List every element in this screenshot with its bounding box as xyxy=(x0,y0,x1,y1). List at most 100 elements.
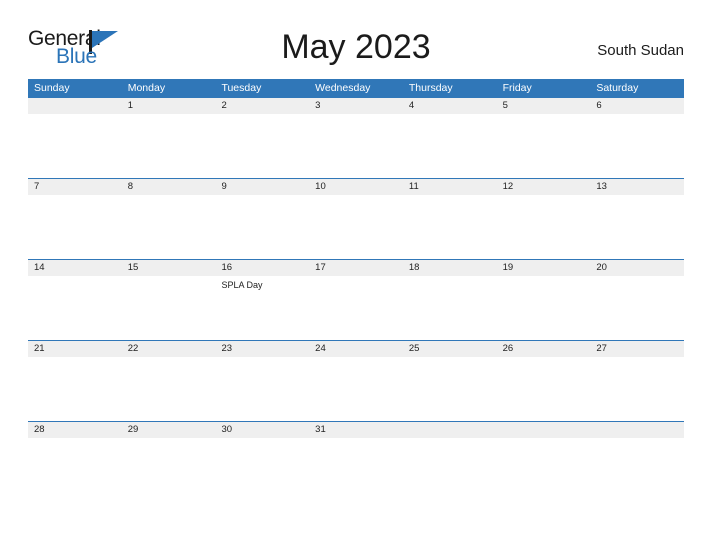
day-number[interactable]: 9 xyxy=(215,179,309,195)
day-number[interactable]: 5 xyxy=(497,98,591,114)
holiday-event: SPLA Day xyxy=(221,280,263,290)
day-number[interactable]: 30 xyxy=(215,422,309,438)
day-number[interactable]: 1 xyxy=(122,98,216,114)
day-cell[interactable] xyxy=(28,438,122,502)
calendar-page: General Blue May 2023 South Sudan Sunday… xyxy=(0,0,712,550)
day-cell[interactable] xyxy=(590,114,684,178)
day-number[interactable]: 25 xyxy=(403,341,497,357)
day-cell[interactable] xyxy=(497,438,591,502)
weekday-header-sunday: Sunday xyxy=(34,82,70,94)
day-cell[interactable] xyxy=(497,195,591,259)
day-number[interactable]: 24 xyxy=(309,341,403,357)
calendar-week-row: 28 29 30 31 xyxy=(28,421,684,502)
page-title: May 2023 xyxy=(281,28,431,66)
week-event-band xyxy=(28,114,684,178)
day-cell[interactable] xyxy=(215,357,309,421)
day-number[interactable]: 3 xyxy=(309,98,403,114)
weekday-header-thursday: Thursday xyxy=(408,82,453,94)
day-cell[interactable] xyxy=(403,114,497,178)
day-cell[interactable] xyxy=(403,195,497,259)
day-number[interactable]: 22 xyxy=(122,341,216,357)
day-cell[interactable] xyxy=(122,276,216,340)
day-number[interactable]: 15 xyxy=(122,260,216,276)
day-number[interactable]: 28 xyxy=(28,422,122,438)
day-number[interactable]: 23 xyxy=(215,341,309,357)
day-cell[interactable] xyxy=(403,438,497,502)
day-number[interactable]: 11 xyxy=(403,179,497,195)
day-cell[interactable] xyxy=(403,357,497,421)
calendar-weeks: 1 2 3 4 5 6 7 8 9 10 11 12 13 14 15 16 17 18 19 20 SPLA Day 2… xyxy=(28,97,684,502)
week-event-band xyxy=(28,195,684,259)
day-cell[interactable] xyxy=(403,276,497,340)
day-cell[interactable] xyxy=(497,114,591,178)
day-cell[interactable] xyxy=(122,438,216,502)
day-number[interactable]: 13 xyxy=(590,179,684,195)
day-cell[interactable] xyxy=(122,195,216,259)
day-number[interactable]: 8 xyxy=(122,179,216,195)
week-event-band xyxy=(28,357,684,421)
day-cell[interactable] xyxy=(215,114,309,178)
day-number[interactable]: 12 xyxy=(497,179,591,195)
day-cell[interactable] xyxy=(309,357,403,421)
day-cell[interactable] xyxy=(309,114,403,178)
day-cell[interactable] xyxy=(309,195,403,259)
day-number[interactable]: 29 xyxy=(122,422,216,438)
day-cell[interactable] xyxy=(28,114,122,178)
day-cell[interactable]: SPLA Day xyxy=(215,276,309,340)
week-date-band: 123456 xyxy=(28,97,684,114)
day-cell[interactable] xyxy=(28,195,122,259)
day-number[interactable]: 2 xyxy=(215,98,309,114)
day-number[interactable]: 19 xyxy=(497,260,591,276)
day-cell[interactable] xyxy=(309,438,403,502)
day-cell[interactable] xyxy=(122,114,216,178)
country-label: South Sudan xyxy=(597,42,684,59)
day-number xyxy=(590,422,684,438)
day-number xyxy=(28,98,122,114)
day-cell[interactable] xyxy=(497,357,591,421)
week-date-band: 7 8 9 10 11 12 13 xyxy=(28,178,684,195)
day-number[interactable]: 16 xyxy=(215,260,309,276)
day-cell[interactable] xyxy=(497,276,591,340)
day-number[interactable]: 18 xyxy=(403,260,497,276)
week-date-band: 14 15 16 17 18 19 20 xyxy=(28,259,684,276)
day-number[interactable]: 17 xyxy=(309,260,403,276)
day-number xyxy=(497,422,591,438)
calendar-week-row: 14 15 16 17 18 19 20 SPLA Day xyxy=(28,259,684,340)
day-number[interactable]: 27 xyxy=(590,341,684,357)
day-cell[interactable] xyxy=(28,357,122,421)
day-number xyxy=(403,422,497,438)
page-header: General Blue May 2023 South Sudan xyxy=(28,24,684,74)
day-number[interactable]: 10 xyxy=(309,179,403,195)
calendar-week-row: 123456 xyxy=(28,97,684,178)
day-cell[interactable] xyxy=(28,276,122,340)
day-number[interactable]: 7 xyxy=(28,179,122,195)
day-cell[interactable] xyxy=(215,195,309,259)
day-number[interactable]: 14 xyxy=(28,260,122,276)
day-cell[interactable] xyxy=(590,357,684,421)
weekday-header-wednesday: Wednesday xyxy=(315,82,371,94)
weekday-header-friday: Friday xyxy=(502,82,532,94)
day-cell[interactable] xyxy=(590,195,684,259)
day-number[interactable]: 4 xyxy=(403,98,497,114)
day-number[interactable]: 6 xyxy=(590,98,684,114)
day-number[interactable]: 20 xyxy=(590,260,684,276)
week-date-band: 21 22 23 24 25 26 27 xyxy=(28,340,684,357)
day-number[interactable]: 26 xyxy=(497,341,591,357)
day-number[interactable]: 21 xyxy=(28,341,122,357)
day-cell[interactable] xyxy=(309,276,403,340)
day-cell[interactable] xyxy=(122,357,216,421)
day-cell[interactable] xyxy=(215,438,309,502)
weekday-header-monday: Monday xyxy=(127,82,166,94)
weekday-header-saturday: Saturday xyxy=(596,82,639,94)
weekday-header-tuesday: Tuesday xyxy=(221,82,262,94)
week-date-band: 28 29 30 31 xyxy=(28,421,684,438)
day-cell[interactable] xyxy=(590,276,684,340)
weekday-header-row: Sunday Monday Tuesday Wednesday Thursday… xyxy=(28,79,684,97)
day-number[interactable]: 31 xyxy=(309,422,403,438)
week-event-band xyxy=(28,438,684,502)
day-cell[interactable] xyxy=(590,438,684,502)
week-event-band: SPLA Day xyxy=(28,276,684,340)
calendar-grid: Sunday Monday Tuesday Wednesday Thursday… xyxy=(28,79,684,502)
calendar-week-row: 7 8 9 10 11 12 13 xyxy=(28,178,684,259)
calendar-week-row: 21 22 23 24 25 26 27 xyxy=(28,340,684,421)
